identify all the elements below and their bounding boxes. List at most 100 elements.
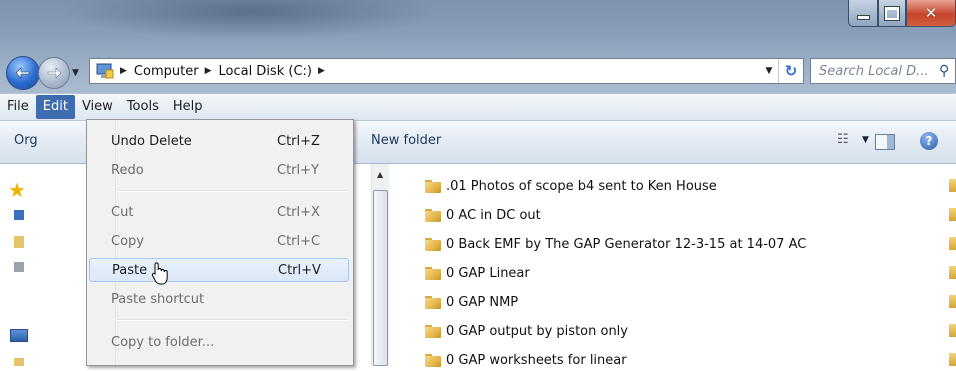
list-item[interactable]: 0 Back EMF by The GAP Generator 12-3-15 … xyxy=(425,233,806,255)
breadcrumb-subfolders[interactable]: ▶ xyxy=(318,66,332,76)
title-blur xyxy=(60,0,440,40)
menu-edit[interactable]: Edit xyxy=(35,95,75,119)
menu-item-shortcut: Ctrl+Y xyxy=(277,162,319,178)
menu-item-paste[interactable]: Paste Ctrl+V xyxy=(89,258,349,282)
folder-icon[interactable] xyxy=(949,266,956,279)
navigation-buttons: ▼ xyxy=(6,56,79,90)
file-name: 0 GAP Linear xyxy=(446,265,530,281)
forward-button[interactable] xyxy=(38,57,70,89)
downloads-folder-icon[interactable] xyxy=(14,236,24,248)
back-arrow-icon xyxy=(15,67,30,79)
menu-item-copy-to-folder[interactable]: Copy to folder... xyxy=(89,330,349,354)
file-name: .01 Photos of scope b4 sent to Ken House xyxy=(446,178,717,194)
search-box[interactable]: Search Local D... ⚲ xyxy=(810,58,956,84)
menu-item-label: Paste xyxy=(112,262,148,278)
minimize-button[interactable] xyxy=(848,0,878,27)
preview-pane-icon[interactable] xyxy=(875,134,895,150)
file-name: 0 GAP worksheets for linear xyxy=(446,352,627,368)
menu-item-label: Paste shortcut xyxy=(111,291,205,307)
folder-icon[interactable] xyxy=(949,295,956,308)
favorites-star-icon[interactable]: ★ xyxy=(8,178,26,202)
minimize-icon xyxy=(856,14,870,20)
drive-nav-icon[interactable] xyxy=(14,358,24,366)
mouse-pointer-icon xyxy=(151,262,168,285)
breadcrumb-computer[interactable]: ▶ Computer xyxy=(120,64,199,79)
breadcrumb-arrow-icon[interactable]: ▶ xyxy=(205,66,212,76)
folder-icon xyxy=(425,179,441,193)
menu-help[interactable]: Help xyxy=(166,95,210,119)
organize-button[interactable]: Org xyxy=(14,133,38,148)
menu-bar: File Edit View Tools Help xyxy=(0,93,956,121)
menu-item-label: Cut xyxy=(111,204,134,220)
new-folder-button[interactable]: New folder xyxy=(371,133,441,148)
list-item[interactable]: 0 GAP worksheets for linear xyxy=(425,349,627,371)
folder-icon[interactable] xyxy=(949,237,956,250)
back-button[interactable] xyxy=(6,56,40,90)
maximize-button[interactable] xyxy=(878,0,906,27)
forward-arrow-icon xyxy=(47,67,62,79)
breadcrumb-arrow-icon[interactable]: ▶ xyxy=(120,66,127,76)
list-item[interactable]: .01 Photos of scope b4 sent to Ken House xyxy=(425,175,717,197)
address-history-dropdown[interactable]: ▼ xyxy=(760,66,778,76)
menu-item-copy[interactable]: Copy Ctrl+C xyxy=(89,229,349,253)
close-button[interactable]: ✕ xyxy=(906,0,956,27)
file-name: 0 AC in DC out xyxy=(446,207,541,223)
file-list: .01 Photos of scope b4 sent to Ken House… xyxy=(389,164,956,368)
menu-tools[interactable]: Tools xyxy=(120,95,166,119)
menu-separator xyxy=(117,190,347,192)
folder-icon[interactable] xyxy=(949,324,956,337)
folder-icon[interactable] xyxy=(949,353,956,366)
breadcrumb-local-disk[interactable]: ▶ Local Disk (C:) xyxy=(205,64,312,79)
view-options-dropdown[interactable]: ▼ xyxy=(862,135,869,145)
maximize-icon xyxy=(885,6,899,20)
folder-icon xyxy=(425,295,441,309)
menu-item-paste-shortcut[interactable]: Paste shortcut xyxy=(89,287,349,311)
computer-icon xyxy=(96,63,114,79)
list-item[interactable]: 0 GAP NMP xyxy=(425,291,518,313)
search-icon[interactable]: ⚲ xyxy=(939,63,955,79)
folder-icon[interactable] xyxy=(949,208,956,221)
folder-icon xyxy=(425,353,441,367)
refresh-icon: ↻ xyxy=(784,62,798,80)
menu-item-cut[interactable]: Cut Ctrl+X xyxy=(89,200,349,224)
scrollbar-thumb[interactable] xyxy=(373,190,388,366)
change-view-icon[interactable]: ☷ xyxy=(837,132,849,147)
file-name: 0 GAP NMP xyxy=(446,294,519,310)
search-input[interactable]: Search Local D... xyxy=(819,64,939,79)
list-item[interactable]: 0 GAP output by piston only xyxy=(425,320,628,342)
desktop-icon[interactable] xyxy=(14,210,24,220)
folder-icon[interactable] xyxy=(949,179,956,192)
menu-item-label: Copy to folder... xyxy=(111,334,215,350)
scroll-up-arrow-icon[interactable]: ▲ xyxy=(377,170,383,179)
folder-icon xyxy=(425,208,441,222)
file-name: 0 GAP output by piston only xyxy=(446,323,628,339)
list-item[interactable]: 0 AC in DC out xyxy=(425,204,541,226)
menu-view[interactable]: View xyxy=(75,95,120,119)
menu-file[interactable]: File xyxy=(0,95,36,119)
menu-item-redo[interactable]: Redo Ctrl+Y xyxy=(89,158,349,182)
menu-item-shortcut: Ctrl+X xyxy=(277,204,320,220)
menu-item-label: Copy xyxy=(111,233,144,249)
folder-icon xyxy=(425,324,441,338)
menu-separator xyxy=(117,319,347,321)
folder-icon xyxy=(425,237,441,251)
computer-nav-icon[interactable] xyxy=(10,329,28,342)
help-icon[interactable]: ? xyxy=(920,132,938,150)
menu-item-label: Undo Delete xyxy=(111,133,192,149)
recent-places-icon[interactable] xyxy=(14,262,24,272)
edit-menu-dropdown: Undo Delete Ctrl+Z Redo Ctrl+Y Cut Ctrl+… xyxy=(86,119,354,366)
close-icon: ✕ xyxy=(924,4,938,22)
vertical-scrollbar[interactable]: ▲ xyxy=(371,164,390,366)
menu-item-shortcut: Ctrl+Z xyxy=(277,133,320,149)
folder-icon xyxy=(425,266,441,280)
breadcrumb-arrow-icon[interactable]: ▶ xyxy=(318,66,325,76)
refresh-button[interactable]: ↻ xyxy=(778,59,803,83)
recent-pages-dropdown[interactable]: ▼ xyxy=(72,68,79,78)
list-item[interactable]: 0 GAP Linear xyxy=(425,262,530,284)
breadcrumb-label[interactable]: Computer xyxy=(134,64,199,79)
caption-buttons: ✕ xyxy=(848,0,956,34)
address-bar[interactable]: ▶ Computer ▶ Local Disk (C:) ▶ ▼ ↻ xyxy=(89,58,804,84)
menu-item-undo-delete[interactable]: Undo Delete Ctrl+Z xyxy=(89,129,349,153)
breadcrumb-label[interactable]: Local Disk (C:) xyxy=(218,64,311,79)
menu-item-shortcut: Ctrl+C xyxy=(277,233,321,249)
